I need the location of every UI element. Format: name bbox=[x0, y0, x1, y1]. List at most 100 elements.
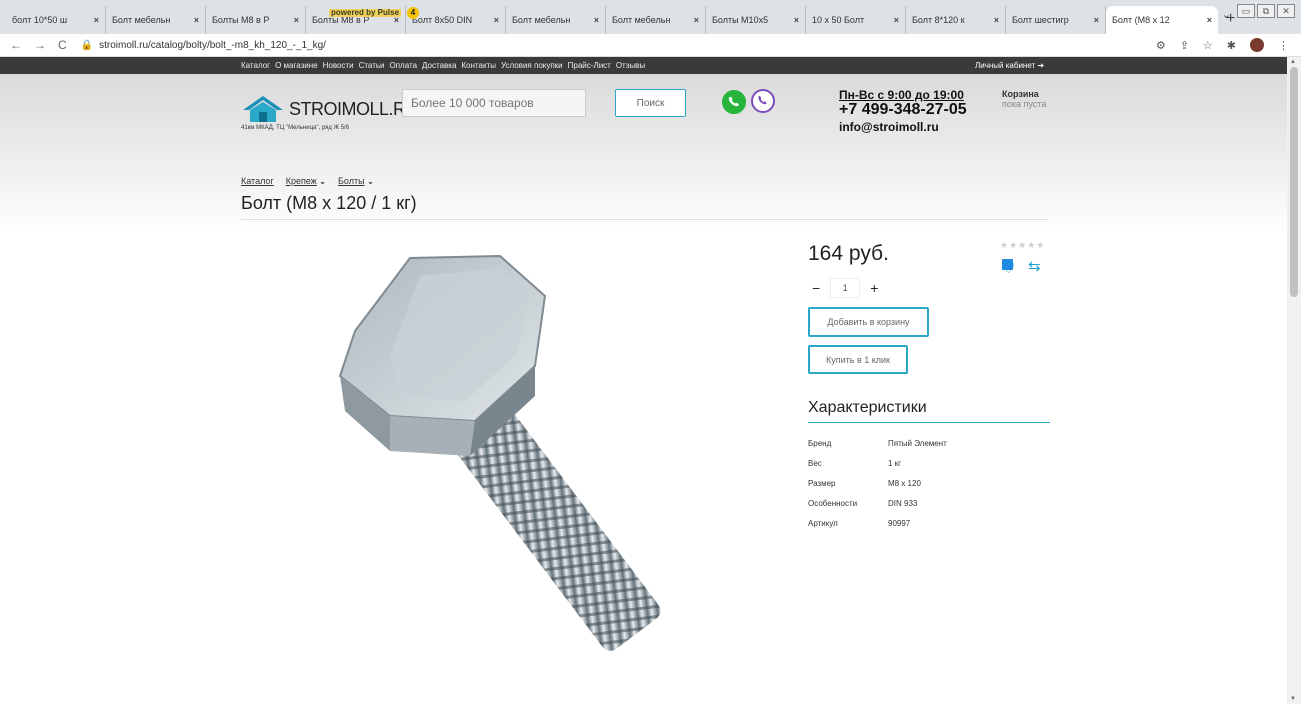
breadcrumb-fastener[interactable]: Крепеж ⌄ bbox=[286, 176, 326, 186]
tab-title: болт 10*50 ш bbox=[12, 15, 68, 25]
breadcrumb-catalog[interactable]: Каталог bbox=[241, 176, 274, 186]
cart-status: пока пуста bbox=[1002, 99, 1047, 109]
minimize-icon[interactable]: ▭ bbox=[1237, 4, 1255, 18]
decrease-button[interactable]: − bbox=[812, 280, 820, 296]
close-icon[interactable]: ✕ bbox=[1277, 4, 1295, 18]
top-nav-link[interactable]: Каталог bbox=[241, 61, 270, 70]
email-address[interactable]: info@stroimoll.ru bbox=[839, 120, 939, 134]
tab-close-icon[interactable]: × bbox=[194, 15, 199, 25]
browser-tab[interactable]: Болт мебельн × bbox=[506, 6, 1013, 270]
quantity-input[interactable]: 1 bbox=[830, 278, 861, 298]
characteristic-key: Бренд bbox=[808, 438, 832, 448]
top-nav-link[interactable]: Отзывы bbox=[616, 61, 645, 70]
favorite-icon[interactable]: ♡ bbox=[1002, 259, 1015, 277]
characteristics-table: Бренд Пятый Элемент Вес 1 кг Размер М8 x 120 О… bbox=[808, 433, 947, 533]
menu-icon[interactable]: ⋮ bbox=[1278, 39, 1289, 52]
browser-tab[interactable]: Болт шестигр × bbox=[1002, 6, 1106, 270]
personal-cabinet-link[interactable]: Личный кабинет ➜ bbox=[975, 61, 1044, 70]
bookmark-star-icon[interactable]: ☆ bbox=[1203, 39, 1213, 52]
compare-icon[interactable]: ⇆ bbox=[1028, 257, 1041, 275]
tab-close-icon[interactable]: × bbox=[594, 15, 599, 25]
tab-title: Болты М10x5 bbox=[712, 15, 769, 25]
tab-close-icon[interactable]: × bbox=[494, 15, 499, 25]
browser-tab[interactable]: 10 x 50 Болт × bbox=[806, 6, 1013, 270]
quantity-stepper: − 1 + bbox=[812, 278, 878, 298]
rating-stars[interactable]: ★★★★★ bbox=[1000, 240, 1045, 251]
forward-icon[interactable]: → bbox=[34, 38, 46, 52]
browser-tab-bar: болт 10*50 ш × Болт мебельн × Болты М8 в Р × Б… bbox=[0, 0, 1301, 270]
browser-tab[interactable]: Болт (М8 x 12 × bbox=[1002, 6, 1218, 270]
scroll-down-icon[interactable]: ▼ bbox=[1290, 696, 1296, 702]
search-button[interactable]: Поиск bbox=[615, 89, 686, 117]
browser-tab[interactable]: Болт мебельн × bbox=[106, 6, 1013, 270]
characteristic-row: Размер М8 x 120 bbox=[808, 473, 947, 493]
scroll-thumb[interactable] bbox=[1290, 67, 1298, 297]
top-nav-link[interactable]: Новости bbox=[323, 61, 354, 70]
search-input[interactable] bbox=[402, 89, 586, 117]
url-field[interactable]: 🔒 stroimoll.ru/catalog/bolty/bolt_-m8_kh… bbox=[81, 40, 326, 51]
browser-tab[interactable]: Болты М8 в Р × bbox=[206, 6, 1013, 270]
breadcrumb: Каталог Крепеж ⌄ Болты ⌄ bbox=[241, 176, 374, 186]
back-icon[interactable]: ← bbox=[10, 38, 22, 52]
page-scrollbar[interactable]: ▲ ▼ bbox=[1287, 57, 1301, 704]
tab-close-icon[interactable]: × bbox=[294, 15, 299, 25]
reload-icon[interactable]: C bbox=[58, 38, 67, 52]
notification-badge[interactable]: 4 bbox=[407, 7, 419, 19]
characteristic-key: Особенности bbox=[808, 498, 858, 508]
extensions-icon[interactable]: ✱ bbox=[1227, 39, 1236, 52]
browser-tab[interactable]: Болт 8x50 DIN × bbox=[406, 6, 1013, 270]
working-hours[interactable]: Пн-Вс с 9:00 до 19:00 bbox=[839, 88, 964, 102]
tab-title: Болт (М8 x 12 bbox=[1112, 15, 1170, 25]
site-logo[interactable]: STROIMOLL.RU bbox=[241, 94, 419, 124]
tab-close-icon[interactable]: × bbox=[894, 15, 899, 25]
browser-tab[interactable]: Болт мебельн × bbox=[606, 6, 1013, 270]
top-nav-link[interactable]: Контакты bbox=[461, 61, 496, 70]
viber-icon[interactable] bbox=[751, 89, 775, 113]
phone-number[interactable]: +7 499-348-27-05 bbox=[839, 101, 967, 119]
scroll-up-icon[interactable]: ▲ bbox=[1290, 59, 1296, 65]
tab-title: Болт мебельн bbox=[112, 15, 171, 25]
tab-close-icon[interactable]: × bbox=[94, 15, 99, 25]
whatsapp-icon[interactable] bbox=[722, 90, 746, 114]
browser-tab[interactable]: болт 10*50 ш × bbox=[6, 6, 1013, 270]
store-address: 41км МКАД, ТЦ "Мельница", ряд Ж 5/6 bbox=[241, 125, 350, 131]
profile-avatar[interactable] bbox=[1250, 38, 1264, 52]
increase-button[interactable]: + bbox=[870, 280, 878, 296]
tab-title: Болт 8*120 к bbox=[912, 15, 965, 25]
share-icon[interactable]: ⇪ bbox=[1180, 39, 1189, 52]
breadcrumb-bolts[interactable]: Болты ⌄ bbox=[338, 176, 374, 186]
tab-title: Болт шестигр bbox=[1012, 15, 1069, 25]
top-nav-link[interactable]: Прайс-Лист bbox=[568, 61, 611, 70]
divider bbox=[241, 219, 1049, 220]
browser-tab[interactable]: Болт 8*120 к × bbox=[906, 6, 1013, 270]
tab-close-icon[interactable]: × bbox=[1094, 15, 1099, 25]
product-image[interactable] bbox=[260, 236, 760, 696]
characteristic-row: Вес 1 кг bbox=[808, 453, 947, 473]
tab-close-icon[interactable]: × bbox=[794, 15, 799, 25]
house-logo-icon bbox=[243, 96, 283, 122]
add-to-cart-button[interactable]: Добавить в корзину bbox=[808, 307, 929, 337]
tab-search-icon[interactable]: ⌄ bbox=[1222, 8, 1231, 21]
characteristic-value: М8 x 120 bbox=[888, 478, 921, 488]
tab-close-icon[interactable]: × bbox=[694, 15, 699, 25]
powered-by-label[interactable]: powered by Pulse bbox=[329, 9, 402, 17]
characteristic-value: Пятый Элемент bbox=[888, 438, 947, 448]
logo-text: STROIMOLL.RU bbox=[289, 98, 419, 119]
chevron-down-icon: ⌄ bbox=[319, 177, 326, 186]
translate-icon[interactable]: ⚙ bbox=[1156, 39, 1166, 52]
characteristic-value: 90997 bbox=[888, 518, 911, 528]
chevron-down-icon: ⌄ bbox=[367, 177, 374, 186]
top-nav-link[interactable]: Доставка bbox=[422, 61, 456, 70]
tab-close-icon[interactable]: × bbox=[1207, 15, 1212, 25]
buy-one-click-button[interactable]: Купить в 1 клик bbox=[808, 345, 908, 374]
restore-icon[interactable]: ⧉ bbox=[1257, 4, 1275, 18]
browser-tab[interactable]: Болты М10x5 × bbox=[706, 6, 1013, 270]
cart-title[interactable]: Корзина bbox=[1002, 89, 1039, 99]
top-nav-link[interactable]: Статьи bbox=[359, 61, 385, 70]
url-text[interactable]: stroimoll.ru/catalog/bolty/bolt_-m8_kh_1… bbox=[99, 40, 326, 51]
top-nav-link[interactable]: Условия покупки bbox=[501, 61, 563, 70]
characteristics-divider bbox=[808, 422, 1050, 423]
tab-close-icon[interactable]: × bbox=[994, 15, 999, 25]
top-nav-link[interactable]: Оплата bbox=[390, 61, 418, 70]
top-nav-link[interactable]: О магазине bbox=[275, 61, 318, 70]
